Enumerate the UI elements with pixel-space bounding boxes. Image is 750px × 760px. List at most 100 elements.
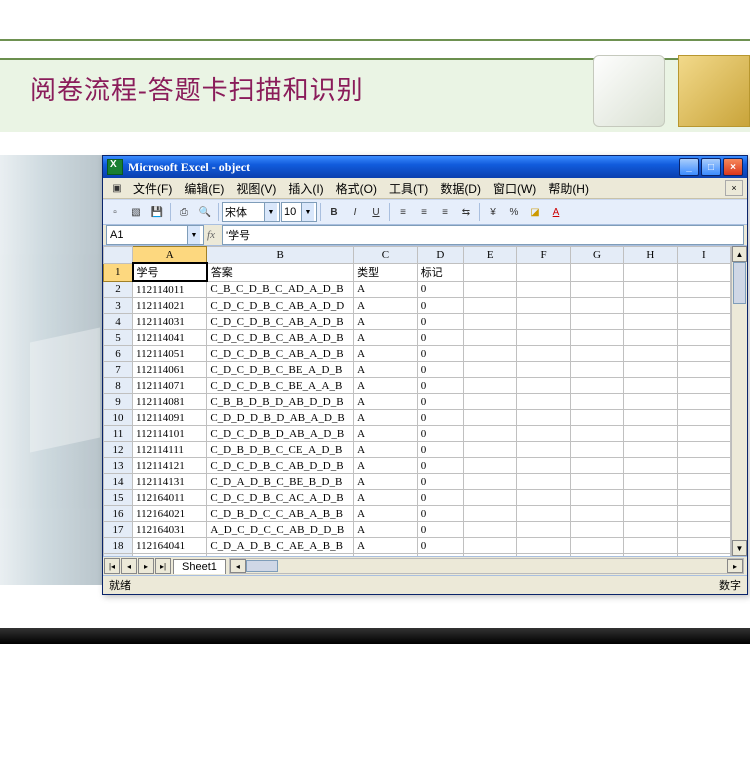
cell[interactable] xyxy=(570,506,623,522)
cell[interactable] xyxy=(517,522,570,538)
cell[interactable]: 0 xyxy=(417,314,463,330)
cell[interactable] xyxy=(570,314,623,330)
cell[interactable] xyxy=(570,458,623,474)
cell[interactable] xyxy=(463,522,516,538)
cell[interactable]: 112114131 xyxy=(133,474,207,490)
cell[interactable] xyxy=(517,458,570,474)
cell[interactable] xyxy=(517,362,570,378)
cell[interactable]: 0 xyxy=(417,442,463,458)
cell[interactable] xyxy=(677,426,730,442)
scroll-left-button[interactable]: ◂ xyxy=(230,559,246,573)
cell[interactable]: C_D_C_D_B_C_AB_A_D_B xyxy=(207,314,354,330)
cell[interactable] xyxy=(570,263,623,281)
italic-button[interactable]: I xyxy=(345,202,365,222)
cell[interactable]: A xyxy=(354,298,418,314)
cell[interactable]: A_D_C_D_C_C_AB_D_D_B xyxy=(207,522,354,538)
cell[interactable] xyxy=(677,346,730,362)
cell[interactable] xyxy=(463,378,516,394)
vertical-scrollbar[interactable]: ▲ ▼ xyxy=(731,246,747,556)
cell[interactable] xyxy=(570,362,623,378)
cell[interactable] xyxy=(624,263,677,281)
cell[interactable] xyxy=(517,538,570,554)
formula-bar[interactable]: '学号 xyxy=(222,225,744,245)
menu-file[interactable]: 文件(F) xyxy=(127,178,178,199)
cell[interactable] xyxy=(677,458,730,474)
cell[interactable] xyxy=(517,263,570,281)
cell[interactable]: 0 xyxy=(417,394,463,410)
scroll-thumb[interactable] xyxy=(246,560,278,572)
name-box[interactable]: A1▼ xyxy=(106,225,204,245)
cell[interactable] xyxy=(570,426,623,442)
cell[interactable] xyxy=(517,490,570,506)
cell[interactable] xyxy=(517,298,570,314)
cell[interactable]: 112114111 xyxy=(133,442,207,458)
scroll-up-button[interactable]: ▲ xyxy=(732,246,747,262)
fx-icon[interactable]: fx xyxy=(204,229,218,241)
row-header-6[interactable]: 6 xyxy=(104,346,133,362)
cell[interactable]: C_D_C_D_B_C_BE_A_D_B xyxy=(207,362,354,378)
bold-button[interactable]: B xyxy=(324,202,344,222)
cell[interactable]: 0 xyxy=(417,298,463,314)
cell[interactable] xyxy=(517,346,570,362)
cell[interactable] xyxy=(570,281,623,298)
cell[interactable]: 112114081 xyxy=(133,394,207,410)
cell[interactable]: A xyxy=(354,410,418,426)
row-header-1[interactable]: 1 xyxy=(104,263,133,281)
cell[interactable] xyxy=(463,314,516,330)
row-header-4[interactable]: 4 xyxy=(104,314,133,330)
cell[interactable]: C_D_A_D_B_C_BE_B_D_B xyxy=(207,474,354,490)
cell[interactable]: A xyxy=(354,394,418,410)
cell[interactable] xyxy=(677,474,730,490)
cell[interactable] xyxy=(624,330,677,346)
row-header-3[interactable]: 3 xyxy=(104,298,133,314)
cell[interactable]: A xyxy=(354,474,418,490)
cell[interactable] xyxy=(624,346,677,362)
menu-tools[interactable]: 工具(T) xyxy=(383,178,434,199)
row-header-15[interactable]: 15 xyxy=(104,490,133,506)
sheet-tab[interactable]: Sheet1 xyxy=(173,559,226,574)
cell-B1[interactable]: 答案 xyxy=(207,263,354,281)
cell[interactable]: 0 xyxy=(417,506,463,522)
horizontal-scrollbar[interactable]: ◂ ▸ xyxy=(229,558,744,574)
merge-button[interactable]: ⇆ xyxy=(456,202,476,222)
cell[interactable] xyxy=(570,330,623,346)
cell[interactable]: A xyxy=(354,362,418,378)
cell[interactable] xyxy=(624,394,677,410)
menu-view[interactable]: 视图(V) xyxy=(230,178,282,199)
cell[interactable] xyxy=(463,281,516,298)
cell[interactable]: 0 xyxy=(417,538,463,554)
cell[interactable] xyxy=(570,522,623,538)
scroll-right-button[interactable]: ▸ xyxy=(727,559,743,573)
cell[interactable] xyxy=(517,394,570,410)
cell[interactable]: C_D_C_D_B_C_AB_D_D_B xyxy=(207,458,354,474)
cell[interactable] xyxy=(570,378,623,394)
cell[interactable]: C_B_B_D_B_D_AB_D_D_B xyxy=(207,394,354,410)
cell[interactable]: 0 xyxy=(417,426,463,442)
font-name-combo[interactable]: 宋体▼ xyxy=(222,202,280,222)
col-header-B[interactable]: B xyxy=(207,247,354,264)
cell[interactable] xyxy=(463,394,516,410)
tab-nav-prev[interactable]: ◂ xyxy=(121,558,137,574)
cell[interactable]: 112164041 xyxy=(133,538,207,554)
cell[interactable] xyxy=(677,490,730,506)
cell[interactable]: C_D_C_D_B_C_AB_A_D_D xyxy=(207,298,354,314)
cell[interactable]: 0 xyxy=(417,522,463,538)
align-right-button[interactable]: ≡ xyxy=(435,202,455,222)
cell[interactable] xyxy=(517,330,570,346)
cell[interactable]: A xyxy=(354,330,418,346)
cell[interactable]: 0 xyxy=(417,474,463,490)
cell[interactable] xyxy=(624,442,677,458)
col-header-F[interactable]: F xyxy=(517,247,570,264)
cell[interactable] xyxy=(517,410,570,426)
cell[interactable]: A xyxy=(354,281,418,298)
cell-D1[interactable]: 标记 xyxy=(417,263,463,281)
cell[interactable] xyxy=(463,490,516,506)
cell[interactable]: 0 xyxy=(417,378,463,394)
cell[interactable] xyxy=(624,281,677,298)
menu-edit[interactable]: 编辑(E) xyxy=(178,178,230,199)
cell[interactable] xyxy=(517,474,570,490)
cell[interactable]: A xyxy=(354,346,418,362)
preview-button[interactable]: 🔍 xyxy=(195,202,215,222)
cell[interactable]: 112114021 xyxy=(133,298,207,314)
print-button[interactable]: ⎙ xyxy=(174,202,194,222)
